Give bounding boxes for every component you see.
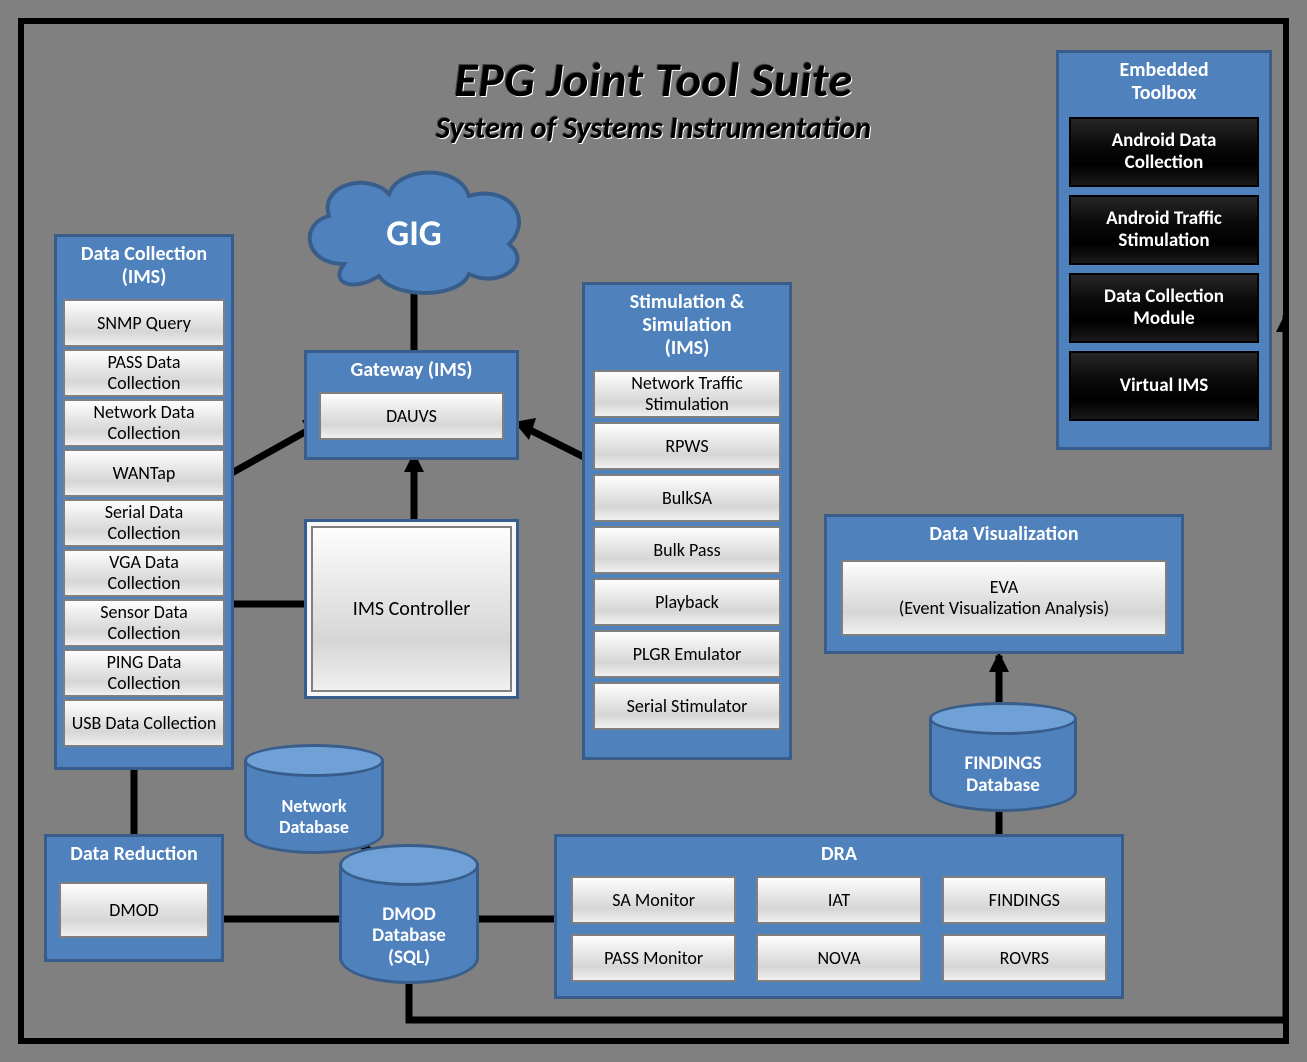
- network-db-cylinder: Network Database: [244, 744, 384, 854]
- findings-db-label: FINDINGS Database: [929, 744, 1077, 806]
- stim-sim-item-5: PLGR Emulator: [593, 630, 781, 678]
- findings-db-cylinder: FINDINGS Database: [929, 702, 1077, 812]
- dmod-db-cylinder: DMOD Database (SQL): [339, 844, 479, 984]
- ims-controller-box: IMS Controller: [304, 519, 519, 699]
- diagram-stage: EPG Joint Tool Suite System of Systems I…: [0, 0, 1307, 1062]
- network-db-label: Network Database: [244, 786, 384, 848]
- stim-sim-item-2: BulkSA: [593, 474, 781, 522]
- embedded-title: Embedded Toolbox: [1059, 53, 1269, 115]
- stim-sim-title: Stimulation & Simulation (IMS): [585, 285, 789, 370]
- gateway-dauvs: DAUVS: [319, 392, 504, 440]
- embedded-item-2: Data Collection Module: [1069, 273, 1259, 343]
- gig-cloud-label: GIG: [284, 211, 544, 255]
- data-reduction-panel: Data Reduction DMOD: [44, 834, 224, 962]
- dra-item-3: PASS Monitor: [571, 934, 736, 982]
- data-collection-item-8: USB Data Collection: [63, 699, 225, 747]
- data-reduction-dmod: DMOD: [59, 882, 209, 938]
- dra-item-1: IAT: [756, 876, 921, 924]
- data-collection-item-6: Sensor Data Collection: [63, 599, 225, 647]
- dra-item-2: FINDINGS: [942, 876, 1107, 924]
- data-viz-title: Data Visualization: [827, 517, 1181, 556]
- ims-controller-label: IMS Controller: [311, 526, 512, 692]
- dmod-db-label: DMOD Database (SQL): [339, 897, 479, 975]
- embedded-panel: Embedded Toolbox Android Data Collection…: [1056, 50, 1272, 450]
- data-viz-panel: Data Visualization EVA (Event Visualizat…: [824, 514, 1184, 654]
- dra-item-0: SA Monitor: [571, 876, 736, 924]
- stim-sim-item-4: Playback: [593, 578, 781, 626]
- stim-sim-item-0: Network Traffic Stimulation: [593, 370, 781, 418]
- dra-title: DRA: [557, 837, 1121, 876]
- gateway-title: Gateway (IMS): [307, 353, 516, 392]
- stim-sim-item-6: Serial Stimulator: [593, 682, 781, 730]
- stim-sim-item-3: Bulk Pass: [593, 526, 781, 574]
- dra-panel: DRA SA Monitor IAT FINDINGS PASS Monitor NOV…: [554, 834, 1124, 999]
- stim-sim-item-1: RPWS: [593, 422, 781, 470]
- data-reduction-title: Data Reduction: [47, 837, 221, 876]
- dra-item-4: NOVA: [756, 934, 921, 982]
- data-collection-item-0: SNMP Query: [63, 299, 225, 347]
- gateway-panel: Gateway (IMS) DAUVS: [304, 350, 519, 460]
- data-collection-item-2: Network Data Collection: [63, 399, 225, 447]
- stim-sim-panel: Stimulation & Simulation (IMS) Network T…: [582, 282, 792, 760]
- data-collection-title: Data Collection (IMS): [57, 237, 231, 299]
- data-collection-item-4: Serial Data Collection: [63, 499, 225, 547]
- embedded-item-1: Android Traffic Stimulation: [1069, 195, 1259, 265]
- data-collection-panel: Data Collection (IMS) SNMP QueryPASS Dat…: [54, 234, 234, 770]
- data-collection-item-7: PING Data Collection: [63, 649, 225, 697]
- embedded-item-3: Virtual IMS: [1069, 351, 1259, 421]
- embedded-item-0: Android Data Collection: [1069, 117, 1259, 187]
- data-viz-eva: EVA (Event Visualization Analysis): [841, 560, 1167, 636]
- outer-frame: EPG Joint Tool Suite System of Systems I…: [18, 18, 1289, 1044]
- data-collection-item-5: VGA Data Collection: [63, 549, 225, 597]
- data-collection-item-1: PASS Data Collection: [63, 349, 225, 397]
- dra-item-5: ROVRS: [942, 934, 1107, 982]
- data-collection-item-3: WANTap: [63, 449, 225, 497]
- gig-cloud: GIG: [284, 154, 544, 304]
